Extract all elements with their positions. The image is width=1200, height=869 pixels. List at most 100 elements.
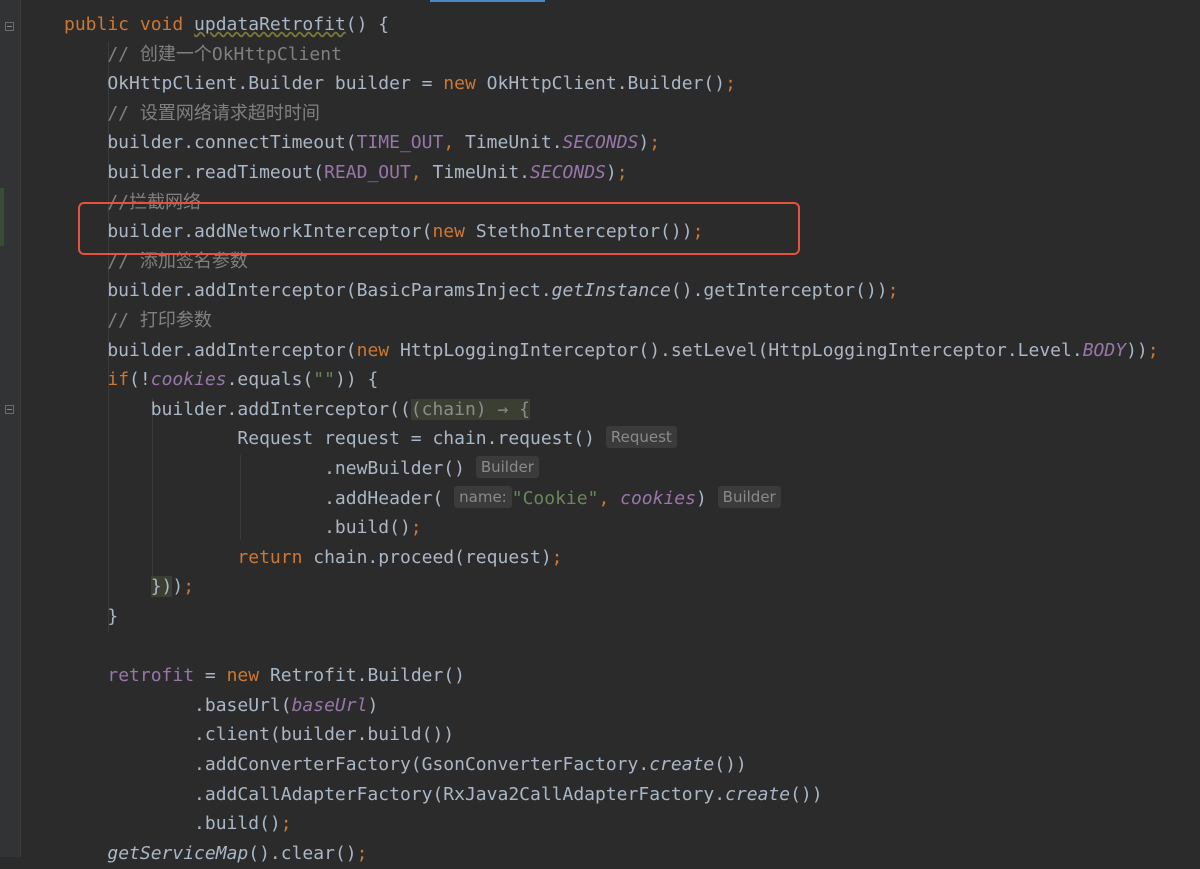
code-line[interactable]: .addCallAdapterFactory(RxJava2CallAdapte… (64, 780, 823, 810)
code-token: .addConverterFactory(GsonConverterFactor… (64, 754, 650, 775)
code-token: .baseUrl( (64, 694, 292, 716)
code-token: }) (150, 576, 173, 598)
code-line[interactable]: getServiceMap().clear(); (64, 839, 367, 869)
code-line[interactable]: Request request = chain.request() Reques… (64, 424, 677, 454)
code-token: builder.addInterceptor(( (64, 398, 411, 420)
code-token: ().getInterceptor()) (670, 280, 888, 302)
code-token: baseUrl (291, 694, 368, 716)
code-token: return (237, 546, 314, 568)
code-line[interactable]: // 设置网络请求超时时间 (64, 99, 320, 129)
code-token: new (226, 665, 270, 687)
code-token: () { (345, 14, 390, 35)
code-token: ) (172, 576, 184, 598)
change-marker (0, 188, 4, 246)
code-token: new (356, 339, 400, 361)
code-line[interactable]: .addHeader( name: "Cookie", cookies) Buil… (64, 484, 781, 514)
code-line[interactable]: } (64, 602, 118, 632)
code-token: ; (280, 813, 292, 835)
code-line[interactable]: retrofit = new Retrofit.Builder() (64, 661, 465, 691)
code-line[interactable]: .addConverterFactory(GsonConverterFactor… (64, 750, 747, 780)
fold-icon[interactable] (5, 405, 14, 414)
code-token: = (194, 665, 227, 687)
code-token: SECONDS (562, 132, 639, 154)
code-token: } (64, 606, 119, 627)
code-line[interactable]: builder.readTimeout(READ_OUT, TimeUnit.S… (64, 158, 628, 188)
code-line[interactable]: public void updataRetrofit() { (64, 10, 389, 40)
code-token: BODY (1082, 339, 1127, 361)
code-token: TIME_OUT (356, 132, 444, 154)
code-token: .build() (64, 517, 411, 539)
code-token: public void (64, 14, 195, 35)
code-token: ) (695, 487, 718, 509)
code-token: builder.connectTimeout( (64, 132, 357, 154)
code-token: ().clear() (248, 842, 357, 864)
code-token: builder.addInterceptor(BasicParamsInject… (64, 280, 552, 302)
code-token: builder.readTimeout( (64, 162, 325, 183)
fold-icon[interactable] (5, 22, 14, 31)
code-line[interactable]: builder.addInterceptor(((chain) → { (64, 395, 530, 425)
code-line[interactable]: if(!cookies.equals("")) { (64, 365, 378, 395)
code-token: chain.proceed(request) (313, 546, 552, 568)
code-token: ) (638, 132, 650, 154)
code-token: ; (410, 517, 422, 539)
code-token: updataRetrofit (194, 14, 346, 35)
code-token: .addCallAdapterFactory(RxJava2CallAdapte… (64, 783, 726, 805)
code-token: ; (725, 73, 736, 95)
code-token: Retrofit.Builder() (269, 665, 466, 687)
code-line[interactable]: OkHttpClient.Builder builder = new OkHtt… (64, 69, 736, 99)
code-token: getInstance (551, 280, 671, 302)
code-token: ()) (790, 783, 823, 805)
code-token: create (725, 783, 791, 805)
code-token: cookies (620, 487, 696, 509)
code-token: OkHttpClient.Builder builder = (64, 73, 444, 95)
active-tab-indicator (430, 0, 545, 2)
editor-gutter (0, 0, 21, 857)
code-token: "" (313, 369, 335, 391)
code-token: (! (129, 369, 151, 391)
code-line[interactable]: .client(builder.build()) (64, 720, 454, 750)
code-token: .build() (64, 813, 281, 835)
code-token: ; (356, 842, 368, 864)
code-line[interactable]: // 打印参数 (64, 306, 212, 336)
code-token: ; (649, 132, 661, 154)
code-token: // 创建一个OkHttpClient (64, 43, 342, 65)
code-token: ; (616, 162, 628, 183)
inlay-hint: Request (605, 426, 677, 449)
code-line[interactable]: builder.connectTimeout(TIME_OUT, TimeUni… (64, 128, 660, 158)
code-token: ; (551, 546, 563, 568)
code-token: ) (367, 694, 379, 716)
code-token: , (410, 162, 433, 183)
inlay-hint: name: (454, 485, 512, 508)
code-line[interactable]: .newBuilder() Builder (64, 454, 539, 484)
code-token: ; (887, 280, 899, 302)
code-line[interactable]: return chain.proceed(request); (64, 543, 563, 573)
code-line[interactable]: // 创建一个OkHttpClient (64, 40, 342, 70)
code-line[interactable]: })); (64, 572, 194, 602)
code-token: new (443, 73, 487, 95)
code-token: (chain) → { (410, 398, 530, 420)
code-token: ) (605, 162, 617, 183)
code-token: .client(builder.build()) (64, 724, 455, 746)
code-line[interactable]: .build(); (64, 809, 292, 839)
code-token: ; (183, 576, 195, 598)
code-token: ()) (714, 754, 747, 775)
inlay-hint: Builder (717, 485, 781, 508)
code-editor[interactable]: public void updataRetrofit() { // 创建一个Ok… (0, 0, 1200, 864)
code-token: , (598, 487, 621, 509)
code-token: HttpLoggingInterceptor().setLevel(HttpLo… (399, 339, 1083, 361)
code-token: )) { (334, 369, 379, 391)
code-token: create (649, 754, 715, 775)
code-token: // 设置网络请求超时时间 (64, 102, 320, 124)
code-line[interactable]: builder.addInterceptor(new HttpLoggingIn… (64, 336, 1158, 366)
code-token: getServiceMap (107, 842, 249, 864)
code-line[interactable]: .build(); (64, 513, 422, 543)
inlay-hint: Builder (475, 456, 539, 478)
code-line[interactable]: .baseUrl(baseUrl) (64, 691, 378, 721)
code-line[interactable]: builder.addInterceptor(BasicParamsInject… (64, 276, 898, 306)
code-token: .equals( (226, 369, 314, 391)
code-token: .addHeader( (64, 487, 455, 509)
